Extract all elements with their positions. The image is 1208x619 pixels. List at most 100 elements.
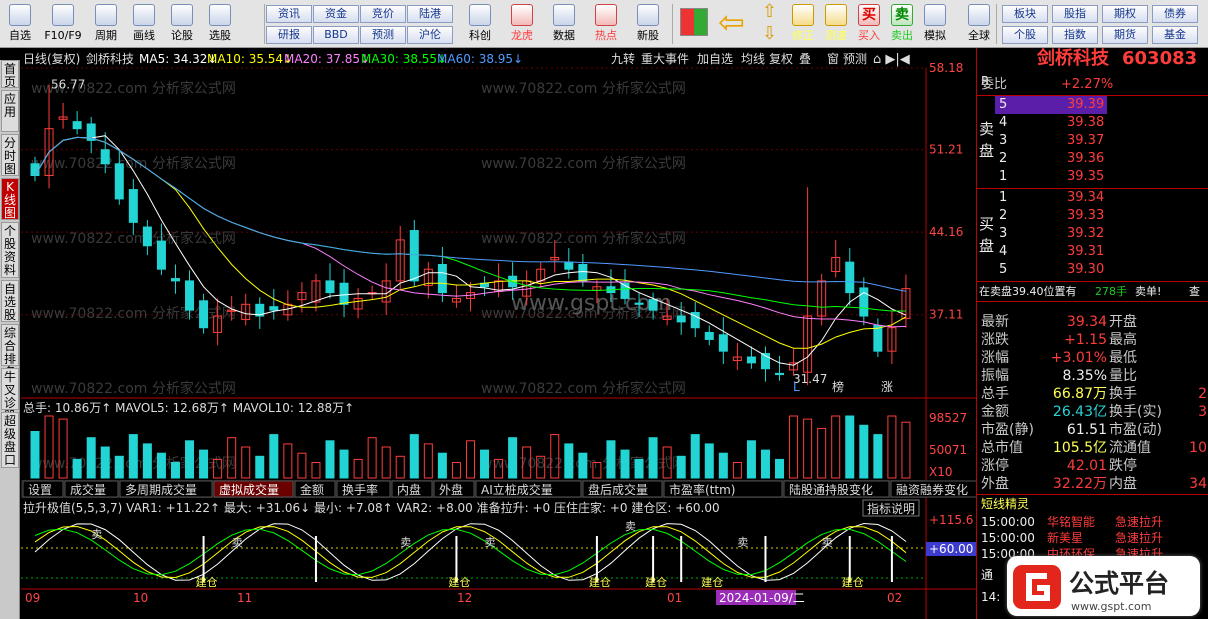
chart-header-btn[interactable]: 预测 [843,52,867,66]
ask-row[interactable]: 3 39.37 [977,132,1208,150]
stat-label: 金额 [981,404,1009,420]
volume-tab-label[interactable]: 虚拟成交量 [219,482,279,497]
volume-tab-label[interactable]: 盘后成交量 [588,482,648,497]
side-tab-4[interactable]: 个股资料 [1,222,19,278]
order-alert-more[interactable]: 查 [1189,283,1200,301]
candle-body [409,230,419,282]
toolbar-btn-pencil[interactable]: 画线 [126,2,162,46]
news-event: 急速拉升 [1115,531,1164,545]
volume-tab-label[interactable]: 内盘 [397,482,421,497]
side-tab-3[interactable]: K线图 [1,178,19,220]
side-tab-1[interactable]: 应用 [1,90,19,132]
toolbar-btn-stopwatch[interactable]: 测速 [819,2,853,46]
side-tab-7[interactable]: 牛叉诊股 [1,368,19,423]
toolbar-small-btn[interactable]: 沪伦 [407,26,453,44]
volume-tab-label[interactable]: 市盈率(ttm) [669,482,735,497]
pencil-icon [133,4,155,26]
toolbar-small-btn[interactable]: 研报 [266,26,312,44]
toolbar-btn-hammer[interactable]: 模拟 [918,2,952,46]
ma-legend: MA10: 35.54↓ [207,52,293,66]
toolbar-btn-clock[interactable]: 周期 [88,2,124,46]
bid-row[interactable]: 4 39.31 [977,243,1208,261]
volume-tab-label[interactable]: 成交量 [70,482,106,497]
ask-row[interactable]: 4 39.38 [977,114,1208,132]
toolbar-btn-search-chart[interactable]: 选股 [202,2,238,46]
back-arrow-icon[interactable]: ⇦ [718,4,745,40]
candle-body [72,121,82,130]
chart-header-btn[interactable]: 九转 [611,51,635,66]
chart-header-btn[interactable]: 加自选 [697,52,733,66]
candle-body [325,280,335,294]
side-tab-0[interactable]: 首页 [1,60,19,89]
color-grid-icon[interactable] [680,8,708,36]
toolbar-market-btn[interactable]: 基金 [1152,26,1198,44]
bid-row[interactable]: 3 39.32 [977,225,1208,243]
toolbar-market-btn[interactable]: 指数 [1052,26,1098,44]
toolbar-market-btn[interactable]: 期权 [1102,5,1148,23]
chart-nav-icon[interactable]: ⌂ ▶|◀ [873,52,910,67]
side-tab-8[interactable]: 超级盘口 [1,412,19,468]
build-signal: 建仓 [196,575,218,589]
chart-header-btn[interactable]: 叠 [799,52,811,66]
toolbar-market-btn[interactable]: 板块 [1002,5,1048,23]
volume-tab-label[interactable]: 换手率 [342,482,378,497]
ask-row[interactable]: 1 39.35 [977,168,1208,186]
toolbar-small-btn[interactable]: 资讯 [266,5,312,23]
toolbar-small-btn[interactable]: 资金 [313,5,359,23]
toolbar-btn-comment[interactable]: 论股 [164,2,200,46]
bottom-tab-label[interactable]: 通 [981,566,993,584]
chart-area[interactable]: 日线(复权) 剑桥科技 MA5: 34.32↓ MA10: 35.54↓ MA20: 3… [21,48,984,619]
toolbar-btn-hot[interactable]: 热点 [586,2,626,46]
ask-row[interactable]: 5 39.39 [977,96,1208,114]
volume-axis-label: 98527 [929,411,967,425]
news-item[interactable]: 15:00:00 新美星 急速拉升 [977,530,1208,546]
indicator-explain-label[interactable]: 指标说明 [867,501,915,516]
up-arrow-icon[interactable]: ⇧ [762,2,777,22]
side-tab-5[interactable]: 自选股 [1,280,19,322]
chart-header-btn[interactable]: 窗 [827,52,839,66]
high-label: 56.77 [51,78,85,92]
kline-chart[interactable]: 日线(复权) 剑桥科技 MA5: 34.32↓MA10: 35.54↓MA20: 3… [21,48,984,619]
stat-row: 涨跌 +1.15 最高 [977,331,1208,349]
toolbar-btn-sell[interactable]: 卖卖出 [885,2,919,46]
volume-tab-label[interactable]: 融资融券变化 [896,482,968,497]
bid-row[interactable]: 2 39.33 [977,207,1208,225]
toolbar-btn-star[interactable]: 自选 [2,2,38,46]
side-tab-6[interactable]: 综合排名 [1,324,19,379]
stat-label: 换手 [1109,386,1137,402]
toolbar-btn-ipo[interactable]: 新股 [628,2,668,46]
bid-row[interactable]: 1 39.34 [977,189,1208,207]
chart-header-btn[interactable]: 均线 [741,52,765,66]
volume-tab-label[interactable]: 设置 [28,483,52,497]
bulb-icon [792,4,814,26]
toolbar-market-btn[interactable]: 股指 [1052,5,1098,23]
side-tab-2[interactable]: 分时图 [1,134,19,176]
volume-tab-label[interactable]: 多周期成交量 [125,482,197,497]
chart-header-btn[interactable]: 重大事件 [641,52,689,66]
toolbar-market-btn[interactable]: 期货 [1102,26,1148,44]
toolbar-small-btn[interactable]: 竞价 [360,5,406,23]
volume-tab-label[interactable]: 外盘 [439,482,463,497]
toolbar-market-btn[interactable]: 个股 [1002,26,1048,44]
toolbar-small-btn[interactable]: BBD [313,26,359,44]
toolbar-btn-bulb[interactable]: 修正 [786,2,820,46]
volume-tab-label[interactable]: AI立桩成交量 [481,482,553,497]
toolbar-btn-buy[interactable]: 买买入 [852,2,886,46]
toolbar-btn-dragon-tiger[interactable]: 龙虎 [502,2,542,46]
down-arrow-icon[interactable]: ⇩ [762,24,777,44]
toolbar-market-btn[interactable]: 债券 [1152,5,1198,23]
news-item[interactable]: 15:00:00 华铭智能 急速拉升 [977,514,1208,530]
volume-bar [620,449,630,479]
toolbar-btn-pe[interactable]: 数据 [544,2,584,46]
toolbar-btn-chart[interactable]: 科创 [460,2,500,46]
chart-header-btn[interactable]: 复权 [769,52,793,66]
bid-row[interactable]: 5 39.30 [977,261,1208,279]
stat-label: 内盘 [1109,476,1137,492]
toolbar-btn-f10[interactable]: F10/F9 [40,2,86,46]
toolbar-small-btn[interactable]: 预测 [360,26,406,44]
volume-tab-label[interactable]: 金额 [300,482,324,497]
toolbar-small-btn[interactable]: 陆港 [407,5,453,23]
volume-tab-label[interactable]: 陆股通持股变化 [789,482,873,497]
ask-row[interactable]: 2 39.36 [977,150,1208,168]
toolbar-btn-globe[interactable]: 全球 [962,2,996,46]
